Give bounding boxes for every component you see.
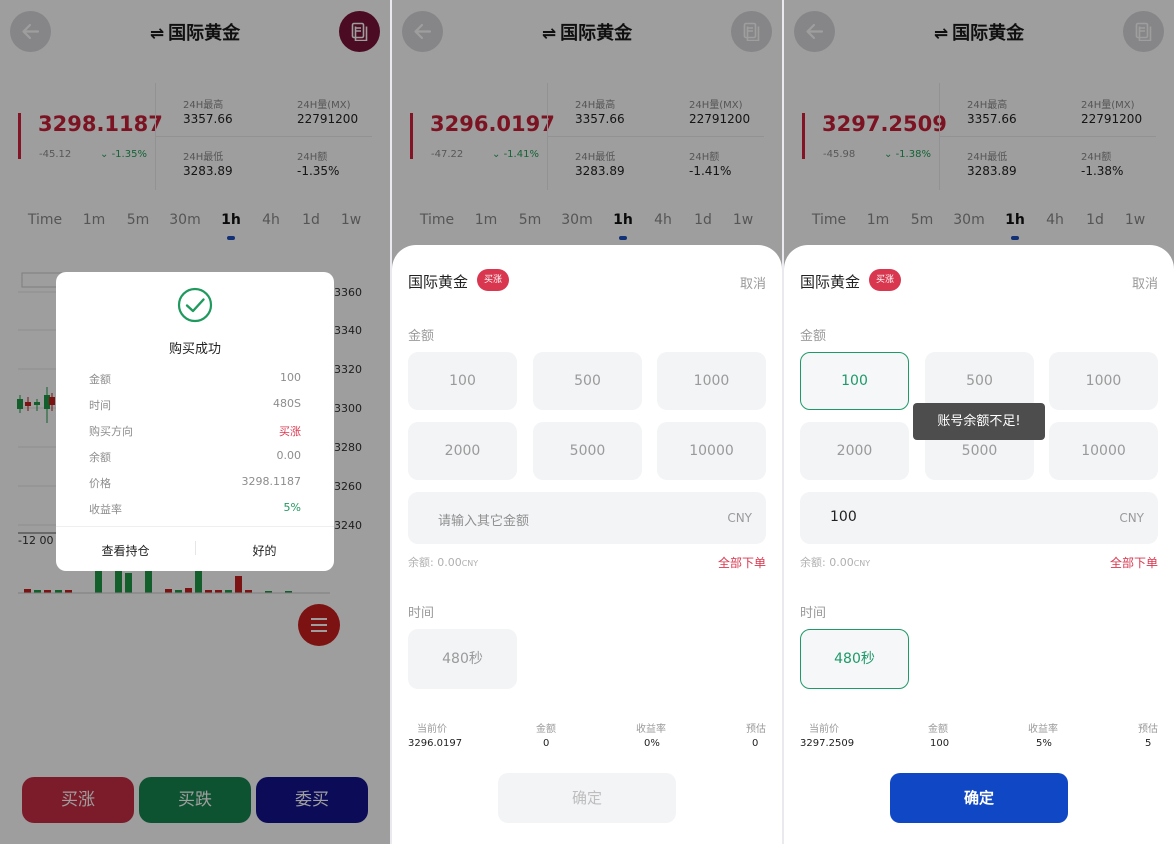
modal-row: 金额 100 (89, 371, 301, 386)
amount-option[interactable]: 10000 (657, 422, 766, 480)
amount-option[interactable]: 500 (533, 352, 642, 410)
modal-row: 购买方向 买涨 (89, 425, 301, 438)
amount-option-selected[interactable]: 100 (800, 352, 909, 410)
summary-value: 0 (752, 738, 759, 749)
summary-label: 当前价 (417, 724, 447, 735)
amount-option[interactable]: 10000 (1049, 422, 1158, 480)
summary-value: 100 (930, 738, 950, 749)
modal-row: 余额 0.00 (89, 449, 301, 464)
amount-label: 金额 (408, 329, 435, 344)
summary-label: 收益率 (636, 724, 666, 735)
time-option[interactable]: 480秒 (408, 629, 517, 689)
confirm-button[interactable]: 确定 (890, 773, 1068, 823)
modal-row: 价格 3298.1187 (89, 475, 301, 490)
summary-label: 预估 (746, 724, 766, 735)
summary-label: 预估 (1138, 724, 1158, 735)
amount-option[interactable]: 500 (925, 352, 1034, 410)
direction-badge: 买涨 (477, 269, 509, 291)
currency-label: CNY (1119, 511, 1144, 525)
summary-value: 5% (1036, 738, 1052, 749)
ok-button[interactable]: 好的 (195, 542, 334, 559)
custom-amount-input[interactable]: 100 CNY (800, 492, 1158, 544)
custom-amount-input[interactable]: 请输入其它金额 CNY (408, 492, 766, 544)
panel-success: ⇌ 国际黄金 3298.1187 -45.12 ⌄ -1.35% 24H最高 33… (0, 0, 390, 844)
sheet-title: 国际黄金 (800, 273, 861, 291)
time-option-selected[interactable]: 480秒 (800, 629, 909, 689)
summary-label: 当前价 (809, 724, 839, 735)
amount-option[interactable]: 2000 (408, 422, 517, 480)
balance: 余额: 0.00CNY (408, 556, 479, 569)
currency-label: CNY (727, 511, 752, 525)
summary-label: 金额 (928, 724, 948, 735)
direction-badge: 买涨 (869, 269, 901, 291)
order-sheet: 国际黄金 买涨 取消 金额 100 500 1000 2000 5000 100… (784, 245, 1174, 844)
cancel-button[interactable]: 取消 (740, 273, 766, 292)
summary-value: 5 (1145, 738, 1152, 749)
summary-value: 0% (644, 738, 660, 749)
summary-label: 金额 (536, 724, 556, 735)
check-circle-icon (177, 287, 213, 323)
amount-option[interactable]: 1000 (1049, 352, 1158, 410)
modal-title: 购买成功 (168, 342, 221, 357)
modal-row: 收益率 5% (89, 501, 301, 516)
amount-option[interactable]: 5000 (533, 422, 642, 480)
panel-order-empty: ⇌ 国际黄金 3296.0197 -47.22 ⌄ -1.41% 24H最高 33… (392, 0, 782, 844)
cancel-button[interactable]: 取消 (1132, 273, 1158, 292)
order-sheet: 国际黄金 买涨 取消 金额 100 500 1000 2000 5000 100… (392, 245, 782, 844)
confirm-button[interactable]: 确定 (498, 773, 676, 823)
all-in-button[interactable]: 全部下单 (1110, 554, 1158, 571)
summary-value: 3297.2509 (800, 738, 855, 749)
input-placeholder: 请输入其它金额 (438, 514, 530, 529)
amount-option[interactable]: 1000 (657, 352, 766, 410)
panel-order-filled: ⇌ 国际黄金 3297.2509 -45.98 ⌄ -1.38% 24H最高 33… (784, 0, 1174, 844)
input-value: 100 (830, 509, 857, 525)
summary-value: 3296.0197 (408, 738, 463, 749)
amount-option[interactable]: 2000 (800, 422, 909, 480)
sheet-title: 国际黄金 (408, 273, 469, 291)
summary-label: 收益率 (1028, 724, 1058, 735)
modal-row: 时间 480S (89, 397, 301, 412)
amount-label: 金额 (800, 329, 827, 344)
all-in-button[interactable]: 全部下单 (718, 554, 766, 571)
balance: 余额: 0.00CNY (800, 556, 871, 569)
view-positions-button[interactable]: 查看持仓 (56, 542, 195, 559)
success-modal: 购买成功 金额 100 时间 480S 购买方向 买涨 余额 0.00 价格 3298.1… (56, 272, 334, 571)
time-label: 时间 (800, 606, 827, 621)
summary-value: 0 (543, 738, 550, 749)
amount-option[interactable]: 100 (408, 352, 517, 410)
time-label: 时间 (408, 606, 435, 621)
divider (56, 526, 334, 527)
insufficient-balance-toast: 账号余额不足! (913, 403, 1045, 440)
